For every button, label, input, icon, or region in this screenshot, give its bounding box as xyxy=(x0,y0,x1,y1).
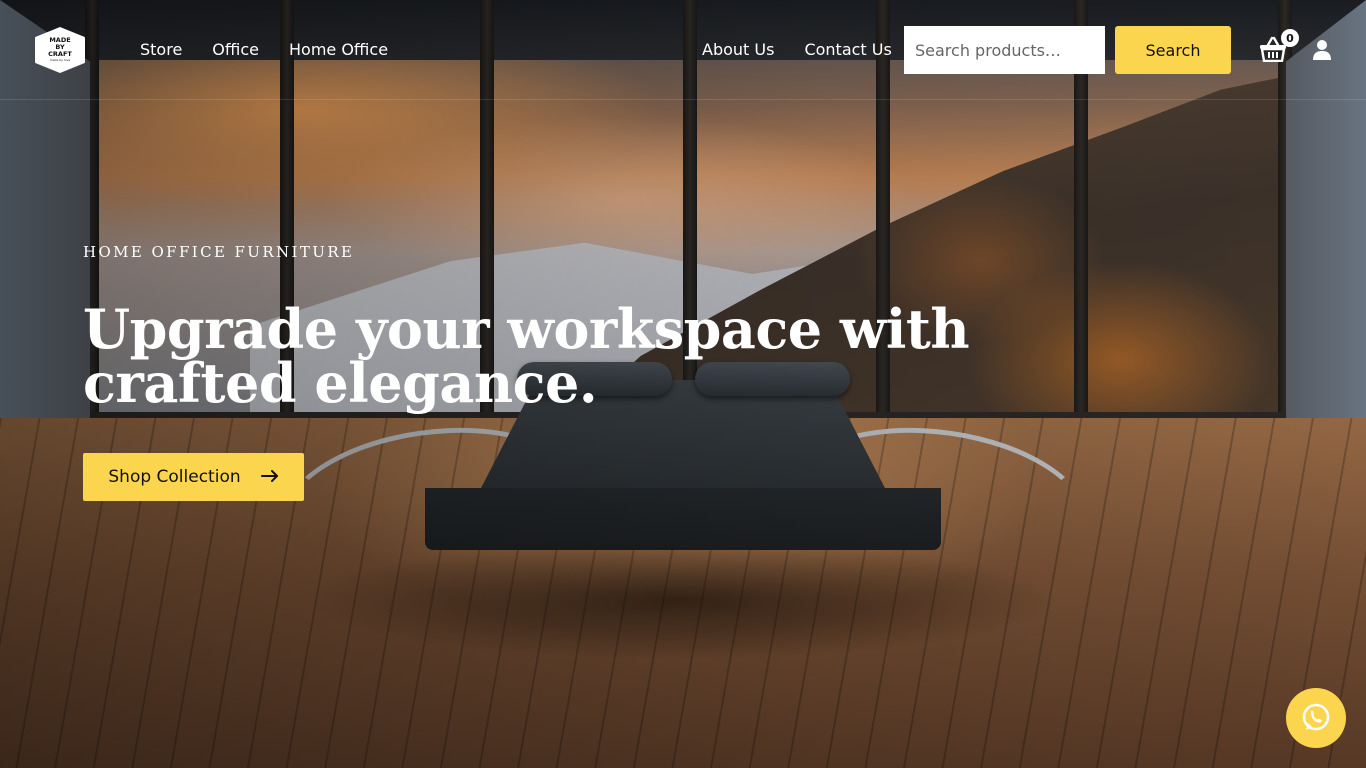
cart-count-badge: 0 xyxy=(1281,29,1299,47)
user-icon[interactable] xyxy=(1312,39,1332,61)
secondary-nav: About Us Contact Us xyxy=(702,38,892,62)
hero-headline: Upgrade your workspace with crafted eleg… xyxy=(83,297,970,415)
logo-text: CRAFT xyxy=(48,50,72,58)
site-header: MADE BY CRAFT made by love Store Office … xyxy=(0,0,1366,100)
hero-eyebrow: HOME OFFICE FURNITURE xyxy=(83,243,355,261)
nav-item-home-office[interactable]: Home Office xyxy=(289,38,388,62)
search-button[interactable]: Search xyxy=(1115,26,1231,74)
shop-collection-button[interactable]: Shop Collection xyxy=(83,453,304,501)
nav-item-about-us[interactable]: About Us xyxy=(702,38,774,62)
nav-item-contact-us[interactable]: Contact Us xyxy=(804,38,891,62)
site-logo[interactable]: MADE BY CRAFT made by love xyxy=(35,27,85,73)
main-nav: Store Office Home Office xyxy=(140,38,388,62)
arrow-right-icon xyxy=(260,467,279,487)
logo-tagline: made by love xyxy=(49,58,71,62)
cta-label: Shop Collection xyxy=(108,467,241,487)
nav-item-store[interactable]: Store xyxy=(140,38,182,62)
whatsapp-icon[interactable] xyxy=(1286,688,1346,748)
nav-item-office[interactable]: Office xyxy=(212,38,259,62)
search-input[interactable] xyxy=(904,26,1105,74)
